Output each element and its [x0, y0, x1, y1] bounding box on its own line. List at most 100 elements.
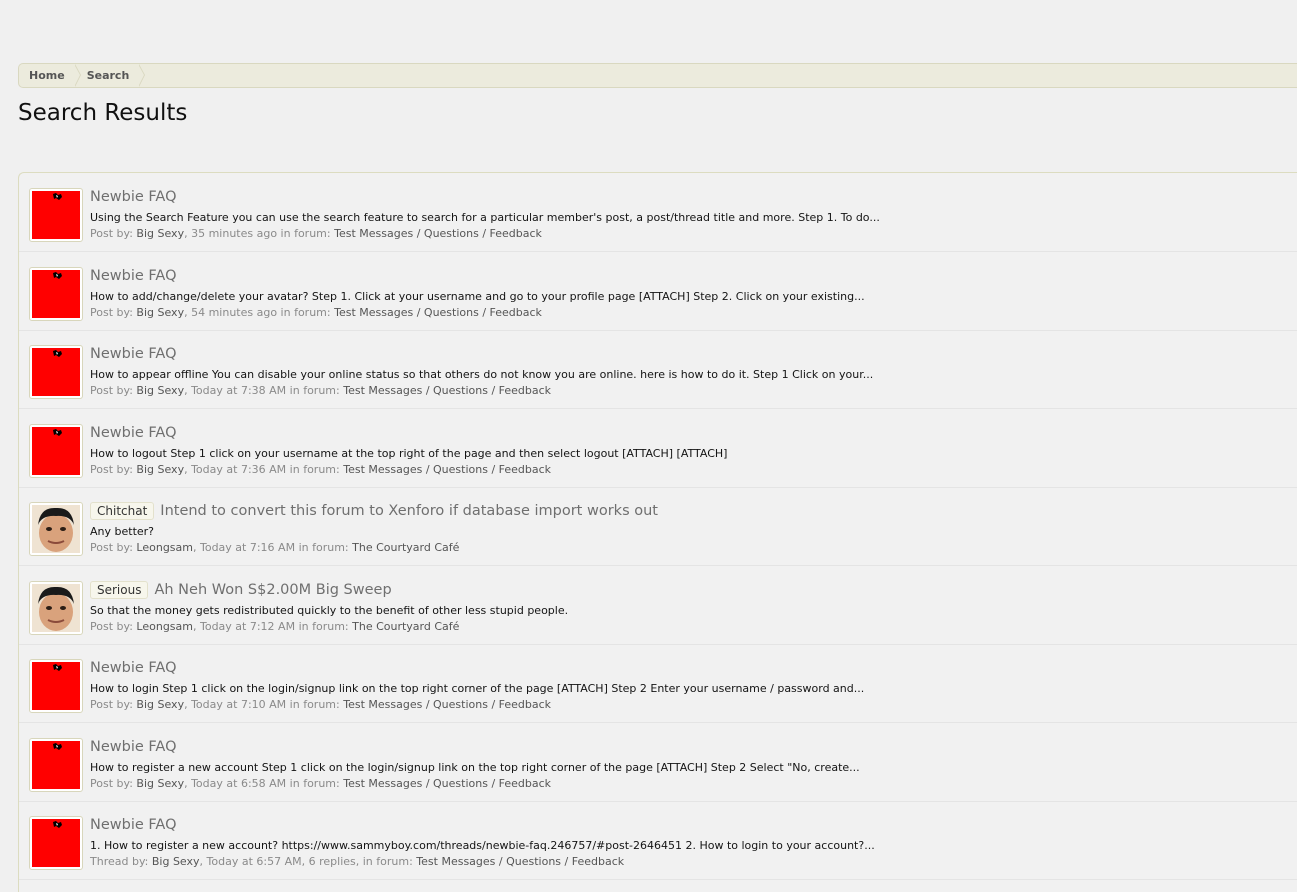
red-avatar-icon	[32, 270, 80, 318]
avatar[interactable]	[29, 188, 83, 242]
result-title-line: Chitchat Intend to convert this forum to …	[90, 501, 658, 521]
thread-prefix-badge[interactable]: Serious	[90, 581, 149, 599]
avatar[interactable]	[29, 659, 83, 713]
post-time[interactable]: , 54 minutes ago	[184, 306, 277, 319]
result-snippet[interactable]: How to login Step 1 click on the login/s…	[90, 682, 864, 695]
red-avatar-icon	[32, 741, 80, 789]
forum-link[interactable]: Test Messages / Questions / Feedback	[343, 777, 551, 790]
post-time[interactable]: , Today at 6:58 AM	[184, 777, 286, 790]
author-link[interactable]: Big Sexy	[136, 463, 184, 476]
result-title-link[interactable]: Newbie FAQ	[90, 189, 176, 205]
avatar[interactable]	[29, 267, 83, 321]
avatar[interactable]	[29, 738, 83, 792]
avatar[interactable]	[29, 581, 83, 635]
search-result-item: Newbie FAQ How to add/change/delete your …	[19, 252, 1297, 331]
search-result-item: Chitchat Intend to convert this forum to …	[19, 487, 1297, 566]
author-link[interactable]: Big Sexy	[136, 306, 184, 319]
meta-type-label: Thread by:	[90, 855, 149, 868]
author-link[interactable]: Big Sexy	[136, 384, 184, 397]
author-link[interactable]: Leongsam	[136, 620, 193, 633]
meta-in-forum-label: in forum:	[286, 777, 340, 790]
breadcrumb-home[interactable]: Home	[19, 64, 81, 87]
meta-in-forum-label: in forum:	[286, 698, 340, 711]
result-title-line: Serious Ah Neh Won S$2.00M Big Sweep	[90, 580, 392, 600]
forum-link[interactable]: The Courtyard Café	[352, 541, 459, 554]
result-snippet[interactable]: 1. How to register a new account? https:…	[90, 839, 875, 852]
author-link[interactable]: Big Sexy	[136, 777, 184, 790]
post-time[interactable]: , 35 minutes ago	[184, 227, 277, 240]
meta-in-forum-label: in forum:	[295, 620, 349, 633]
forum-link[interactable]: Test Messages / Questions / Feedback	[334, 306, 542, 319]
result-title-link[interactable]: Newbie FAQ	[90, 739, 176, 755]
result-title-link[interactable]: Intend to convert this forum to Xenforo …	[160, 503, 658, 519]
face-avatar-icon	[32, 505, 80, 553]
meta-type-label: Post by:	[90, 384, 133, 397]
author-link[interactable]: Big Sexy	[152, 855, 200, 868]
post-time[interactable]: , Today at 7:10 AM	[184, 698, 286, 711]
meta-type-label: Post by:	[90, 777, 133, 790]
result-snippet[interactable]: How to add/change/delete your avatar? St…	[90, 290, 865, 303]
result-meta: Post by: Big Sexy, 54 minutes ago in for…	[90, 306, 542, 319]
red-avatar-icon	[32, 819, 80, 867]
author-link[interactable]: Big Sexy	[136, 227, 184, 240]
page-title: Search Results	[18, 100, 188, 126]
reply-count: 6 replies,	[305, 855, 360, 868]
result-snippet[interactable]: Any better?	[90, 525, 154, 538]
result-snippet[interactable]: Using the Search Feature you can use the…	[90, 211, 880, 224]
result-snippet[interactable]: So that the money gets redistributed qui…	[90, 604, 568, 617]
search-result-item: Newbie FAQ How to appear offline You can …	[19, 330, 1297, 409]
search-result-item: Newbie FAQ Using the Search Feature you c…	[19, 173, 1297, 252]
thread-prefix-badge[interactable]: Chitchat	[90, 502, 155, 520]
result-title-link[interactable]: Newbie FAQ	[90, 346, 176, 362]
meta-type-label: Post by:	[90, 463, 133, 476]
forum-link[interactable]: Test Messages / Questions / Feedback	[343, 463, 551, 476]
meta-in-forum-label: in forum:	[286, 463, 340, 476]
forum-link[interactable]: Test Messages / Questions / Feedback	[416, 855, 624, 868]
post-time[interactable]: , Today at 7:16 AM	[193, 541, 295, 554]
author-link[interactable]: Leongsam	[136, 541, 193, 554]
result-title-line: Newbie FAQ	[90, 423, 176, 443]
result-meta: Post by: Leongsam, Today at 7:12 AM in f…	[90, 620, 459, 633]
meta-type-label: Post by:	[90, 541, 133, 554]
result-meta: Post by: Leongsam, Today at 7:16 AM in f…	[90, 541, 459, 554]
result-snippet[interactable]: How to logout Step 1 click on your usern…	[90, 447, 727, 460]
post-time[interactable]: , Today at 7:12 AM	[193, 620, 295, 633]
post-time[interactable]: , Today at 7:38 AM	[184, 384, 286, 397]
result-title-link[interactable]: Ah Neh Won S$2.00M Big Sweep	[154, 582, 391, 598]
search-result-item: Newbie FAQ 1. How to register a new accou…	[19, 801, 1297, 880]
avatar[interactable]	[29, 424, 83, 478]
result-meta: Post by: Big Sexy, Today at 7:10 AM in f…	[90, 698, 551, 711]
result-meta: Post by: Big Sexy, Today at 7:38 AM in f…	[90, 384, 551, 397]
meta-in-forum-label: in forum:	[277, 227, 331, 240]
search-result-item: Serious Ah Neh Won S$2.00M Big Sweep So th…	[19, 566, 1297, 645]
result-title-line: Newbie FAQ	[90, 658, 176, 678]
search-result-item: Newbie FAQ How to logout Step 1 click on …	[19, 409, 1297, 488]
avatar[interactable]	[29, 345, 83, 399]
meta-in-forum-label: in forum:	[286, 384, 340, 397]
avatar[interactable]	[29, 816, 83, 870]
search-results-list: Newbie FAQ Using the Search Feature you c…	[18, 172, 1297, 892]
breadcrumb-search[interactable]: Search	[81, 64, 146, 87]
result-title-link[interactable]: Newbie FAQ	[90, 268, 176, 284]
forum-link[interactable]: Test Messages / Questions / Feedback	[334, 227, 542, 240]
meta-in-forum-label: in forum:	[277, 306, 331, 319]
result-title-line: Newbie FAQ	[90, 344, 176, 364]
result-snippet[interactable]: How to appear offline You can disable yo…	[90, 368, 873, 381]
result-snippet[interactable]: How to register a new account Step 1 cli…	[90, 761, 860, 774]
avatar[interactable]	[29, 502, 83, 556]
result-title-link[interactable]: Newbie FAQ	[90, 425, 176, 441]
post-time[interactable]: , Today at 7:36 AM	[184, 463, 286, 476]
post-time[interactable]: , Today at 6:57 AM,	[200, 855, 306, 868]
meta-type-label: Post by:	[90, 698, 133, 711]
forum-link[interactable]: Test Messages / Questions / Feedback	[343, 698, 551, 711]
search-result-item: Newbie FAQ How to register a new account …	[19, 723, 1297, 802]
result-title-line: Newbie FAQ	[90, 815, 176, 835]
author-link[interactable]: Big Sexy	[136, 698, 184, 711]
result-title-link[interactable]: Newbie FAQ	[90, 660, 176, 676]
face-avatar-icon	[32, 584, 80, 632]
forum-link[interactable]: Test Messages / Questions / Feedback	[343, 384, 551, 397]
red-avatar-icon	[32, 427, 80, 475]
forum-link[interactable]: The Courtyard Café	[352, 620, 459, 633]
result-title-link[interactable]: Newbie FAQ	[90, 817, 176, 833]
breadcrumb: Home Search	[18, 63, 1297, 88]
